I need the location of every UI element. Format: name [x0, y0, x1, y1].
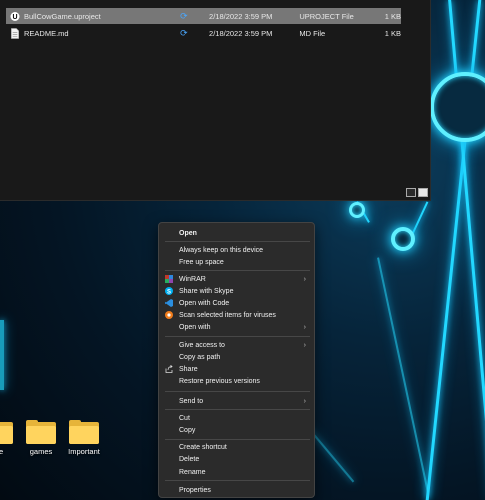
file-name: README.md: [24, 28, 69, 38]
file-size: 1 KB: [384, 28, 401, 38]
menu-item-winrar[interactable]: WinRAR ›: [163, 273, 310, 285]
menu-separator: [165, 241, 310, 242]
folder-icon: [69, 420, 99, 444]
desktop-folder-games[interactable]: games: [21, 420, 61, 456]
chevron-right-icon: ›: [303, 341, 306, 349]
file-date: 2/18/2022 3:59 PM: [209, 28, 273, 38]
menu-item-send-to[interactable]: Send to ›: [163, 395, 310, 407]
winrar-icon: [165, 275, 173, 283]
desktop-folder-important[interactable]: Important: [64, 420, 104, 456]
menu-item-share[interactable]: Share: [163, 363, 310, 375]
folder-label: ate: [0, 447, 4, 456]
context-menu: Open Always keep on this device Free up …: [158, 222, 315, 498]
view-toggle: [406, 188, 428, 197]
menu-item-always-keep[interactable]: Always keep on this device: [163, 244, 310, 256]
folder-icon: [0, 420, 13, 444]
menu-item-cut[interactable]: Cut: [163, 412, 310, 424]
menu-separator: [165, 480, 310, 481]
menu-separator: [165, 409, 310, 410]
chevron-right-icon: ›: [303, 397, 306, 405]
svg-text:S: S: [167, 289, 171, 295]
svg-text:U: U: [12, 14, 17, 21]
wallpaper-orb-small: [349, 202, 365, 218]
folder-label: Important: [68, 447, 100, 456]
file-type: UPROJECT File: [299, 11, 354, 21]
chevron-right-icon: ›: [303, 323, 306, 331]
desktop-folder-ate[interactable]: ate: [0, 420, 18, 456]
file-row-bullcowgame[interactable]: U BullCowGame.uproject ⟳ 2/18/2022 3:59 …: [6, 8, 401, 24]
large-icons-view-icon[interactable]: [418, 188, 428, 197]
sync-icon: ⟳: [180, 27, 188, 38]
sync-icon: ⟳: [180, 10, 188, 21]
menu-item-create-shortcut[interactable]: Create shortcut: [163, 441, 310, 453]
menu-item-restore-versions[interactable]: Restore previous versions: [163, 375, 310, 387]
menu-item-free-up-space[interactable]: Free up space: [163, 256, 310, 268]
menu-item-rename[interactable]: Rename: [163, 466, 310, 478]
file-size: 1 KB: [384, 11, 401, 21]
file-date: 2/18/2022 3:59 PM: [209, 11, 273, 21]
wallpaper-eye-orb: [430, 72, 485, 142]
menu-separator: [165, 439, 310, 440]
menu-item-copy[interactable]: Copy: [163, 424, 310, 436]
details-view-icon[interactable]: [406, 188, 416, 197]
folder-label: games: [29, 447, 53, 456]
file-name: BullCowGame.uproject: [24, 11, 101, 21]
skype-icon: S: [165, 287, 173, 295]
unreal-project-icon: U: [10, 11, 20, 21]
document-icon: [11, 27, 19, 39]
menu-item-give-access[interactable]: Give access to ›: [163, 339, 310, 351]
menu-item-copy-as-path[interactable]: Copy as path: [163, 351, 310, 363]
menu-item-delete[interactable]: Delete: [163, 453, 310, 465]
menu-item-share-skype[interactable]: S Share with Skype: [163, 285, 310, 297]
menu-separator: [165, 336, 310, 337]
file-explorer-window: U BullCowGame.uproject ⟳ 2/18/2022 3:59 …: [0, 0, 431, 201]
file-row-readme[interactable]: README.md ⟳ 2/18/2022 3:59 PM MD File 1 …: [6, 25, 401, 41]
file-type: MD File: [299, 28, 326, 38]
antivirus-icon: [165, 311, 173, 319]
chevron-right-icon: ›: [303, 275, 306, 283]
vscode-icon: [165, 299, 173, 307]
menu-item-open-with-code[interactable]: Open with Code: [163, 297, 310, 309]
wallpaper-orb-medium: [391, 227, 415, 251]
menu-item-open[interactable]: Open: [163, 227, 310, 239]
share-icon: [165, 365, 173, 373]
menu-item-scan-viruses[interactable]: Scan selected items for viruses: [163, 309, 310, 321]
menu-item-open-with[interactable]: Open with ›: [163, 321, 310, 333]
menu-item-properties[interactable]: Properties: [163, 484, 310, 496]
menu-separator: [165, 391, 310, 392]
menu-separator: [165, 270, 310, 271]
folder-icon: [26, 420, 56, 444]
